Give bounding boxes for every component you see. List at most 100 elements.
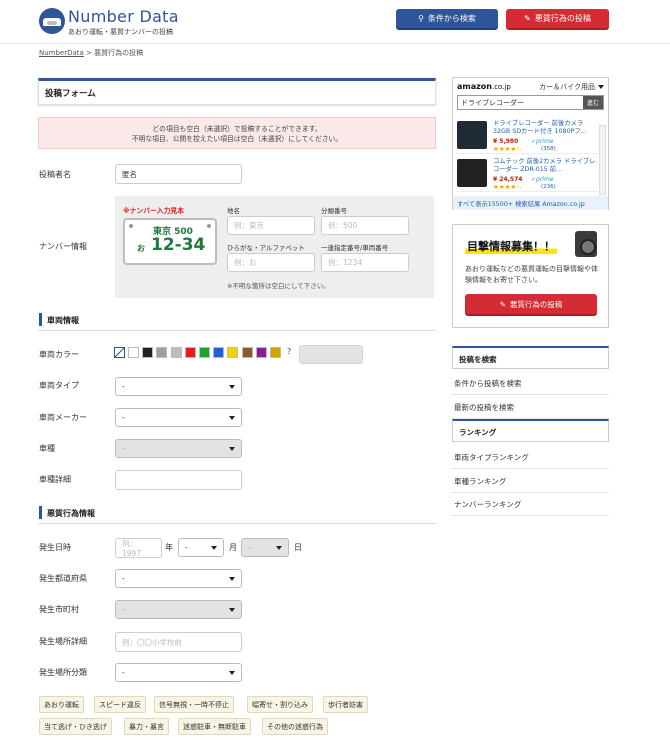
- class-label: 分類番号: [321, 207, 347, 215]
- model-detail-input[interactable]: [115, 470, 242, 490]
- sidebar-link-latest[interactable]: 最新の投稿を検索: [452, 395, 609, 419]
- color-swatch[interactable]: [199, 347, 210, 358]
- prefecture-label: 発生都道府県: [39, 574, 87, 583]
- star-rating-icon: ★★★★☆: [493, 183, 523, 191]
- color-swatch[interactable]: [142, 347, 154, 358]
- city-select[interactable]: -: [115, 600, 242, 619]
- sidebar-link-model-ranking[interactable]: 車種ランキング: [452, 469, 609, 493]
- sidebar-link-condition-search[interactable]: 条件から投稿を検索: [452, 371, 609, 395]
- breadcrumb-current: 悪質行為の投稿: [94, 49, 144, 57]
- dashcam-icon: [575, 231, 597, 257]
- post-header-button[interactable]: ✎ 悪質行為の投稿: [506, 9, 609, 30]
- color-swatch[interactable]: [227, 347, 239, 358]
- breadcrumb-home[interactable]: NumberData: [39, 49, 84, 57]
- brand-name[interactable]: Number Data: [68, 7, 179, 26]
- amazon-category[interactable]: カー＆バイク用品: [539, 82, 595, 92]
- search-by-condition-button[interactable]: ⚲ 条件から検索: [396, 9, 498, 30]
- recruit-post-button[interactable]: ✎ 悪質行為の投稿: [465, 294, 597, 316]
- search-icon: ⚲: [418, 14, 424, 23]
- star-rating-icon: ★★★★☆: [493, 145, 523, 153]
- logo-icon[interactable]: [39, 8, 65, 34]
- chevron-down-icon: [276, 545, 282, 550]
- search-posts-heading: 投稿を検索: [452, 346, 609, 369]
- poster-name-input[interactable]: 匿名: [115, 164, 242, 184]
- tag-other[interactable]: その他の迷惑行為: [262, 718, 328, 735]
- breadcrumb: NumberData > 悪質行為の投稿: [39, 49, 144, 57]
- serial-number-input[interactable]: 例：1234: [321, 253, 409, 272]
- pencil-icon: ✎: [499, 299, 506, 309]
- color-none-swatch[interactable]: [114, 347, 125, 358]
- date-label: 発生日時: [39, 543, 71, 552]
- witness-recruit-box: 目撃情報募集！！ あおり運転などの悪質運転の目撃情報や体験情報をお寄せ下さい。 …: [452, 224, 609, 328]
- color-swatch[interactable]: [255, 347, 267, 358]
- amazon-item[interactable]: ドライブレコーダー 前後カメラ 32GB SDカード付き 1080Pフ... ¥…: [455, 118, 598, 154]
- color-swatch[interactable]: [184, 347, 196, 358]
- city-label: 発生市町村: [39, 605, 79, 614]
- form-title: 投稿フォーム: [38, 78, 436, 105]
- amazon-logo[interactable]: amazon.co.jp: [457, 82, 511, 91]
- color-custom-input[interactable]: [299, 345, 363, 364]
- color-swatch[interactable]: [270, 347, 281, 358]
- detail-label: 車種詳細: [39, 475, 71, 484]
- tag-speeding[interactable]: スピード違反: [94, 696, 146, 713]
- tag-pedestrian[interactable]: 歩行者妨害: [323, 696, 368, 713]
- place-type-select[interactable]: -: [115, 663, 242, 682]
- vehicle-model-select[interactable]: -: [115, 439, 242, 458]
- class-number-input[interactable]: 例：500: [321, 216, 409, 235]
- amazon-search-bar: ドライブレコーダー 進む: [457, 95, 604, 110]
- place-type-label: 発生場所分類: [39, 668, 87, 677]
- chevron-down-icon: [229, 670, 235, 675]
- chevron-down-icon: [598, 84, 604, 89]
- vehicle-type-select[interactable]: -: [115, 377, 242, 396]
- region-label: 地名: [227, 207, 240, 215]
- amazon-widget: amazon.co.jp カー＆バイク用品 ドライブレコーダー 進む ドライブレ…: [452, 77, 609, 210]
- tag-signal-violation[interactable]: 信号無視・一時不停止: [154, 696, 234, 713]
- plate-note: ※不明な箇所は空白にして下さい。: [227, 282, 330, 290]
- chevron-down-icon: [229, 607, 235, 612]
- amazon-item[interactable]: コムテック 前後2カメラ ドライブレコーダー ZDR-015 前... ¥ 24…: [455, 156, 598, 192]
- place-detail-input[interactable]: 例：〇〇小学校前: [115, 632, 242, 652]
- incident-section-heading: 悪質行為情報: [38, 504, 436, 524]
- product-image[interactable]: [457, 159, 487, 187]
- sidebar-link-type-ranking[interactable]: 車両タイプランキング: [452, 445, 609, 469]
- plate-sample-image: 東京 500 お 12-34: [123, 218, 217, 265]
- prefecture-select[interactable]: -: [115, 569, 242, 588]
- color-unknown[interactable]: ?: [287, 347, 291, 356]
- month-select[interactable]: -: [178, 538, 224, 557]
- amazon-scrollbar[interactable]: [599, 125, 606, 195]
- day-select[interactable]: -: [241, 538, 289, 557]
- plate-input-panel: ※ナンバー入力見本 東京 500 お 12-34 地名 例：東京 分類番号 例：…: [115, 196, 434, 298]
- plate-sample-title: ※ナンバー入力見本: [123, 207, 184, 215]
- color-swatch[interactable]: [128, 347, 139, 358]
- region-input[interactable]: 例：東京: [227, 216, 315, 235]
- year-input[interactable]: 例：1997: [115, 538, 162, 558]
- chevron-down-icon: [229, 576, 235, 581]
- recruit-title: 目撃情報募集！！: [465, 238, 557, 254]
- tag-tailgating[interactable]: あおり運転: [39, 696, 84, 713]
- chevron-down-icon: [229, 446, 235, 451]
- color-label: 車両カラー: [39, 350, 79, 359]
- vehicle-maker-select[interactable]: -: [115, 408, 242, 427]
- tag-illegal-parking[interactable]: 迷惑駐車・無断駐車: [178, 718, 251, 735]
- site-header: Number Data あおり運転・悪質ナンバーの投稿 ⚲ 条件から検索 ✎ 悪…: [0, 0, 670, 44]
- type-label: 車両タイプ: [39, 381, 79, 390]
- pencil-icon: ✎: [524, 14, 531, 23]
- product-image[interactable]: [457, 121, 487, 149]
- tag-cutting-in[interactable]: 幅寄せ・割り込み: [247, 696, 313, 713]
- tag-violence[interactable]: 暴力・暴言: [124, 718, 169, 735]
- chevron-down-icon: [211, 545, 217, 550]
- kana-input[interactable]: 例：お: [227, 253, 315, 272]
- amazon-search-button[interactable]: 進む: [583, 96, 603, 109]
- color-swatch[interactable]: [156, 347, 168, 358]
- tagline: あおり運転・悪質ナンバーの投稿: [68, 28, 173, 36]
- amazon-search-input[interactable]: ドライブレコーダー: [458, 96, 583, 109]
- model-label: 車種: [39, 444, 55, 453]
- tag-hit-and-run[interactable]: 当て逃げ・ひき逃げ: [39, 718, 112, 735]
- poster-label: 投稿者名: [39, 170, 71, 179]
- color-swatch[interactable]: [213, 347, 225, 358]
- amazon-view-all-link[interactable]: すべて表示15500+ 検索結果 Amazon.co.jp: [453, 196, 608, 210]
- maker-label: 車両メーカー: [39, 413, 87, 422]
- color-swatch[interactable]: [170, 347, 182, 358]
- color-swatch[interactable]: [241, 347, 253, 358]
- sidebar-link-number-ranking[interactable]: ナンバーランキング: [452, 492, 609, 516]
